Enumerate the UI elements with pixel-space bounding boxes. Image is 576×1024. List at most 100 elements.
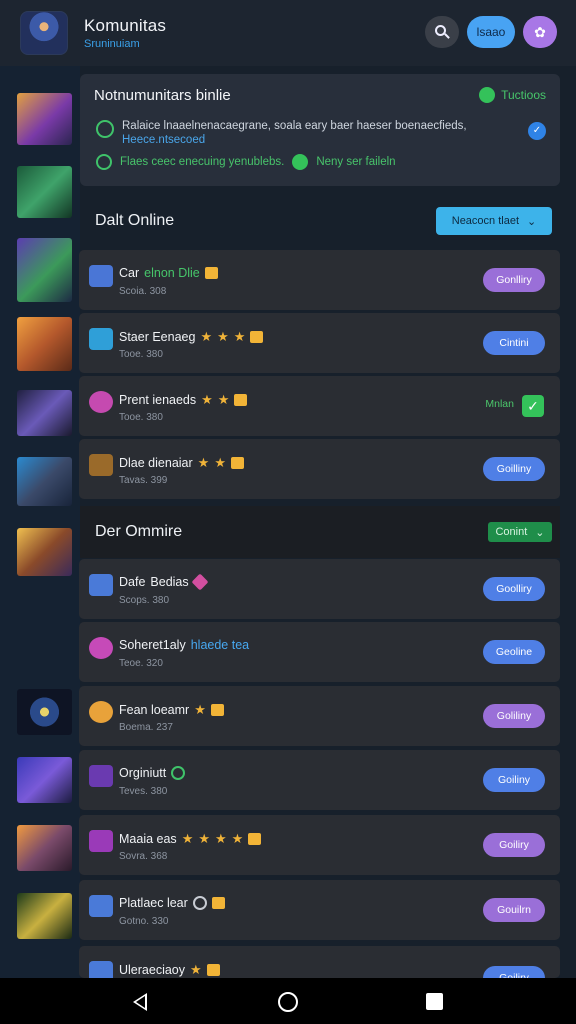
star-icon: ★	[181, 831, 194, 846]
chest-icon	[234, 394, 248, 406]
star-icon: ★	[217, 392, 230, 407]
info-icon[interactable]: ✓	[528, 122, 546, 140]
status-ring-icon	[96, 120, 114, 138]
item-icon	[89, 391, 113, 413]
item-action-button[interactable]: Goolliry	[483, 577, 545, 601]
list-item[interactable]: Fean loeamr ★ Boema. 237 Goliliny	[79, 686, 560, 746]
item-meta: Tooe. 380	[119, 349, 163, 360]
list-item[interactable]: Staer Eenaeg ★ ★ ★ Tooe. 380 Cintini	[79, 313, 560, 373]
list-item[interactable]: Car elnon Dlie Scoia. 308 Gonlliry	[79, 250, 560, 310]
item-icon	[89, 328, 113, 350]
item-icon	[89, 701, 113, 723]
notice-link[interactable]: Heece.ntsecoed	[122, 134, 467, 146]
item-action-button[interactable]: Goilliny	[483, 457, 545, 481]
home-icon[interactable]	[278, 992, 298, 1012]
item-name: Soheret1aly	[119, 638, 186, 652]
star-icon: ★	[231, 831, 244, 846]
item-action-button[interactable]: Cintini	[483, 331, 545, 355]
profile-button[interactable]: ✿	[523, 16, 557, 48]
chat-icon	[292, 154, 309, 170]
list-item[interactable]: Dafe Bedias Scops. 380 Goolliry	[79, 559, 560, 619]
item-meta: Tavas. 399	[119, 475, 168, 486]
item-meta: Scops. 380	[119, 595, 170, 606]
item-name: Orginiutt	[119, 766, 167, 780]
sidebar-thumb[interactable]	[17, 528, 72, 576]
sidebar-thumb[interactable]	[17, 689, 72, 735]
chest-icon	[206, 964, 220, 976]
item-action-button[interactable]: Geoline	[483, 640, 545, 664]
section-dropdown[interactable]: Neacocn tlaet ⌄	[436, 207, 552, 235]
list-item[interactable]: Uleraeciaoy ★ Goiliry	[79, 946, 560, 978]
chest-icon	[210, 704, 224, 716]
item-meta: Boema. 237	[119, 722, 173, 733]
item-action-button[interactable]: Goiliny	[483, 768, 545, 792]
top-app-bar: Komunitas Sruninuiam lsaao ✿	[0, 0, 576, 66]
sidebar-thumb[interactable]	[17, 93, 72, 145]
list-item[interactable]: Soheret1aly hlaede tea Teoe. 320 Geoline	[79, 622, 560, 682]
app-subtitle: Sruninuiam	[84, 38, 140, 50]
sidebar-thumb[interactable]	[17, 390, 72, 436]
search-button[interactable]	[425, 16, 459, 48]
item-action-button[interactable]: Gonlliry	[483, 268, 545, 292]
notice-badge[interactable]: Tuctioos	[479, 87, 546, 103]
sidebar-thumb[interactable]	[17, 238, 72, 302]
list-item[interactable]: Orginiutt Teves. 380 Goiliny	[79, 750, 560, 810]
sidebar-thumb[interactable]	[17, 166, 72, 218]
notice-line-2-suffix: Neny ser faileln	[316, 156, 396, 168]
star-icon: ★	[198, 831, 210, 846]
chest-icon	[230, 457, 244, 469]
star-icon: ★	[214, 455, 226, 470]
chat-icon	[479, 87, 496, 103]
item-action-button[interactable]: Goiliry	[483, 833, 545, 857]
item-name: Maaia eas	[119, 832, 177, 846]
list-item[interactable]: Dlae dienaiar ★ ★ Tavas. 399 Goilliny	[79, 439, 560, 499]
check-icon[interactable]: ✓	[522, 395, 544, 417]
item-action-button[interactable]: Goliliny	[483, 704, 545, 728]
star-icon: ★	[190, 962, 202, 977]
item-icon	[89, 574, 113, 596]
list-item[interactable]: Maaia eas ★ ★ ★ ★ Sovra. 368 Goiliry	[79, 815, 560, 875]
star-icon: ★	[201, 392, 213, 407]
section-title: Der Ommire	[95, 523, 183, 540]
section-dropdown[interactable]: Conint ⌄	[488, 522, 552, 542]
app-title: Komunitas	[84, 16, 167, 35]
back-icon[interactable]	[133, 993, 147, 1011]
list-item[interactable]: Platlaec lear Gotno. 330 Gouilrn	[79, 880, 560, 940]
item-meta: Tooe. 380	[119, 412, 163, 423]
item-action-button[interactable]: Goiliry	[483, 966, 545, 978]
item-name: Dlae dienaiar	[119, 456, 193, 470]
item-icon	[89, 265, 113, 287]
star-icon: ★	[197, 455, 210, 470]
header-pill-button[interactable]: lsaao	[467, 16, 515, 48]
star-icon: ★	[217, 329, 229, 344]
item-name: Prent ienaeds	[119, 393, 197, 407]
section-header: Dalt Online Neacocn tlaet ⌄	[80, 195, 560, 247]
chest-icon	[211, 897, 225, 909]
sidebar-thumb[interactable]	[17, 893, 72, 939]
chest-icon	[250, 331, 264, 343]
item-icon	[89, 637, 113, 659]
item-meta: Teoe. 320	[119, 658, 163, 669]
notice-badge-label: Tuctioos	[501, 88, 546, 102]
item-name: Platlaec lear	[119, 896, 188, 910]
sidebar-thumb[interactable]	[17, 825, 72, 871]
item-action-button[interactable]: Gouilrn	[483, 898, 545, 922]
notice-card: Notnumunitars binlie Tuctioos Ralaice ln…	[80, 74, 560, 186]
item-icon	[89, 961, 113, 978]
sidebar-thumb[interactable]	[17, 757, 72, 803]
recent-apps-icon[interactable]	[426, 993, 443, 1010]
list-item[interactable]: Prent ienaeds ★ ★ Tooe. 380 Mnlan ✓	[79, 376, 560, 436]
notice-line-2-text: Flaes ceec enecuing yenublebs.	[120, 156, 285, 168]
sidebar-thumb[interactable]	[17, 457, 72, 506]
timer-icon	[96, 154, 112, 170]
search-icon	[435, 25, 446, 36]
item-name: Staer Eenaeg	[119, 330, 196, 344]
chest-icon	[248, 833, 262, 845]
item-meta: Sovra. 368	[119, 851, 168, 862]
item-icon	[89, 454, 113, 476]
item-tag: Bedias	[150, 575, 189, 589]
sidebar-thumb[interactable]	[17, 317, 72, 371]
item-status: Mnlan	[485, 398, 514, 410]
chest-icon	[204, 267, 218, 279]
notice-line-1-text: Ralaice lnaaelnenacaegrane, soala eary b…	[122, 120, 467, 132]
